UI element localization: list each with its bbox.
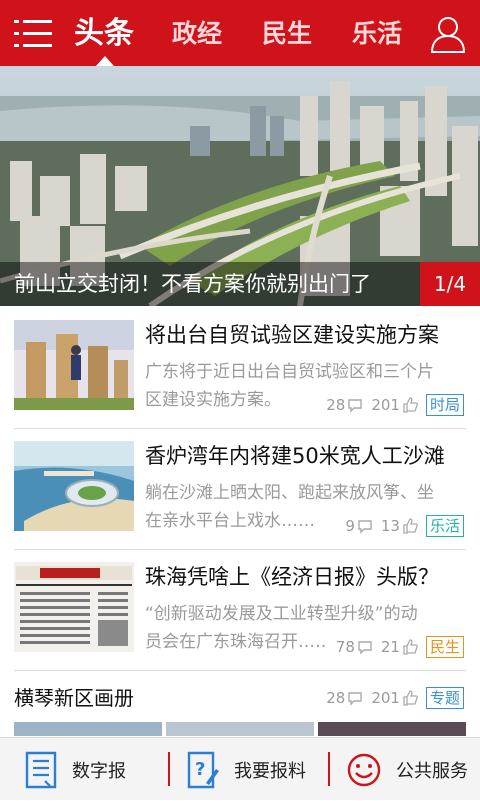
tab-lifestyle[interactable]: 乐活 — [352, 14, 402, 54]
top-navigation-bar: 头条 政经 民生 乐活 — [0, 0, 480, 66]
hero-caption[interactable]: 前山立交封闭！不看方案你就别出门了 — [0, 262, 420, 306]
comment-icon — [348, 399, 363, 413]
category-tag[interactable]: 时局 — [425, 394, 464, 416]
album-thumbnail[interactable] — [166, 722, 314, 736]
like-count: 201 — [371, 689, 400, 707]
album-title[interactable]: 横琴新区画册 — [14, 684, 134, 712]
category-tag[interactable]: 乐活 — [425, 515, 464, 537]
news-item[interactable]: 将出台自贸试验区建设实施方案 广东将于近日出台自贸试验区和三个片 区建设实施方案… — [14, 320, 466, 430]
like-count: 13 — [380, 517, 400, 535]
comment-count: 9 — [345, 517, 355, 535]
comment-count: 28 — [326, 396, 346, 414]
like-count: 201 — [371, 396, 400, 414]
divider — [14, 670, 466, 671]
like-count: 21 — [380, 638, 400, 656]
tab-politics-economy[interactable]: 政经 — [172, 14, 222, 54]
divider — [14, 549, 466, 550]
album-thumbnail-strip[interactable] — [14, 722, 466, 736]
category-tag[interactable]: 民生 — [425, 636, 464, 658]
thumbs-up-icon — [403, 397, 418, 413]
smiley-service-icon — [347, 753, 381, 786]
news-title: 将出台自贸试验区建设实施方案 — [145, 323, 439, 347]
news-summary-line: 广东将于近日出台自贸试验区和三个片 — [145, 362, 434, 382]
tab-headlines[interactable]: 头条 — [74, 14, 134, 54]
comment-icon — [358, 520, 372, 534]
comment-count: 28 — [326, 689, 346, 707]
news-summary-line: “创新驱动发展及工业转型升级”的动 — [145, 604, 418, 624]
nav-divider — [168, 752, 170, 786]
comment-count: 78 — [335, 638, 355, 656]
tab-livelihood[interactable]: 民生 — [262, 14, 312, 54]
news-summary-line: 区建设实施方案。 — [145, 390, 281, 410]
svg-text:?: ? — [195, 759, 205, 780]
news-item[interactable]: 香炉湾年内将建50米宽人工沙滩 躺在沙滩上晒太阳、跑起来放风筝、坐 在亲水平台上… — [14, 441, 466, 551]
hero-page-indicator: 1/4 — [420, 262, 480, 306]
divider — [14, 428, 466, 429]
album-meta: 28 201 专题 — [326, 687, 464, 709]
news-meta: 9 13 乐活 — [345, 515, 464, 537]
news-thumbnail — [14, 562, 134, 652]
thumbs-up-icon — [403, 690, 418, 706]
news-meta: 28 201 时局 — [326, 394, 464, 416]
news-meta: 78 21 民生 — [336, 636, 464, 658]
comment-icon — [348, 692, 363, 706]
nav-label: 公共服务 — [396, 760, 468, 782]
news-item[interactable]: 珠海凭啥上《经济日报》头版？ “创新驱动发展及工业转型升级”的动 员会在广东珠海… — [14, 562, 466, 672]
comment-icon — [358, 641, 372, 655]
thumbs-up-icon — [403, 518, 418, 534]
album-thumbnail[interactable] — [14, 722, 162, 736]
nav-public-services[interactable]: 公共服务 — [346, 738, 468, 801]
nav-divider — [328, 752, 330, 786]
nav-label: 我要报料 — [234, 760, 306, 782]
nav-label: 数字报 — [72, 760, 126, 782]
newspaper-icon — [25, 751, 57, 788]
news-summary-line: 躺在沙滩上晒太阳、跑起来放风筝、坐 — [145, 483, 434, 503]
news-summary-line: 员会在广东珠海召开…… — [145, 632, 325, 652]
bottom-navigation-bar: 数字报 ? 我要报料 公共服务 — [0, 737, 480, 800]
thumbs-up-icon — [403, 639, 418, 655]
user-profile-icon[interactable] — [430, 14, 466, 54]
news-thumbnail — [14, 320, 134, 410]
news-title: 珠海凭啥上《经济日报》头版？ — [145, 565, 439, 589]
hamburger-menu-icon[interactable] — [14, 20, 52, 48]
news-title: 香炉湾年内将建50米宽人工沙滩 — [145, 444, 445, 468]
nav-submit-tip[interactable]: ? 我要报料 — [186, 738, 306, 801]
album-thumbnail[interactable] — [318, 722, 466, 736]
category-tag[interactable]: 专题 — [425, 687, 464, 709]
report-tip-icon: ? — [187, 751, 219, 788]
active-tab-indicator — [96, 56, 114, 66]
news-summary-line: 在亲水平台上戏水…… — [145, 511, 315, 531]
news-thumbnail — [14, 441, 134, 531]
nav-digital-newspaper[interactable]: 数字报 — [24, 738, 126, 801]
